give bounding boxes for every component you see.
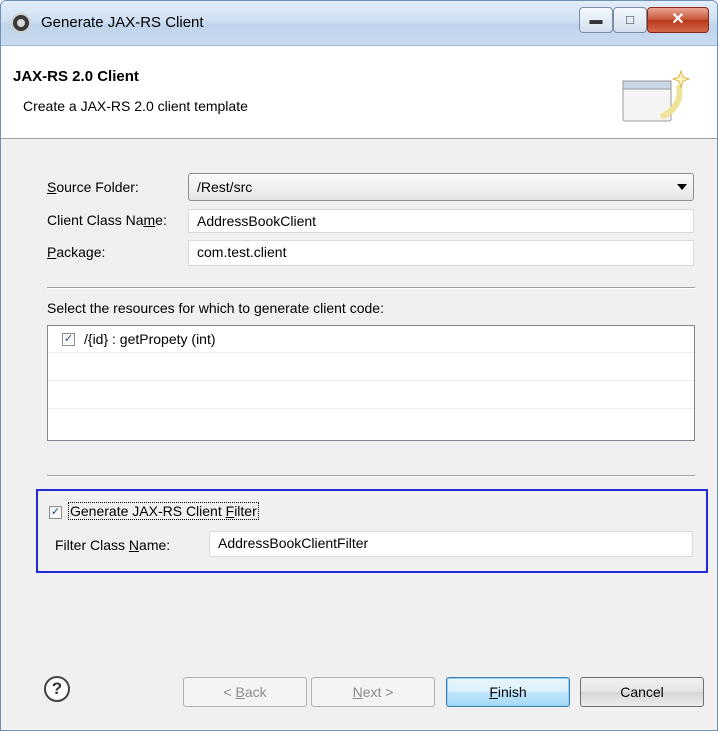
package-input[interactable]: com.test.client [188,240,694,266]
maximize-button[interactable]: □ [613,7,647,33]
close-icon: ✕ [671,11,685,28]
wizard-header: JAX-RS 2.0 Client Create a JAX-RS 2.0 cl… [1,46,717,139]
next-button[interactable]: Next > [311,677,435,707]
wizard-banner-icon [622,69,691,122]
source-folder-label: Source Folder: [47,179,139,195]
filter-highlight-box: ✓ Generate JAX-RS Client Filter Filter C… [36,489,708,573]
finish-button[interactable]: Finish [446,677,570,707]
filter-class-name-input[interactable]: AddressBookClientFilter [209,531,693,557]
resources-label: Select the resources for which to genera… [47,300,384,316]
dialog-window: Generate JAX-RS Client ▬ □ ✕ JAX-RS 2.0 … [0,0,718,731]
package-label: Package: [47,244,106,260]
minimize-icon: ▬ [589,12,603,27]
source-folder-value: /Rest/src [197,179,253,195]
eclipse-app-icon [11,13,31,33]
source-folder-combo[interactable]: /Rest/src [188,173,694,201]
table-row [48,354,694,381]
minimize-button[interactable]: ▬ [579,7,613,33]
table-row[interactable]: ✓ /{id} : getPropety (int) [48,326,694,353]
back-button[interactable]: < Back [183,677,307,707]
resources-table[interactable]: ✓ /{id} : getPropety (int) [47,325,695,441]
help-button[interactable]: ? [44,676,70,702]
separator [47,475,695,477]
filter-class-name-label: Filter Class Name: [55,537,171,553]
resource-checkbox[interactable]: ✓ [62,333,75,346]
table-row [48,410,694,436]
generate-filter-label[interactable]: Generate JAX-RS Client Filter [68,502,259,520]
separator [47,287,695,289]
page-title: JAX-RS 2.0 Client [13,68,139,85]
title-bar[interactable]: Generate JAX-RS Client ▬ □ ✕ [1,1,717,46]
table-row [48,382,694,409]
chevron-down-icon [677,184,687,190]
client-class-name-input[interactable]: AddressBookClient [188,209,694,233]
cancel-button[interactable]: Cancel [580,677,704,707]
client-class-name-label: Client Class Name: [47,212,167,228]
generate-filter-checkbox[interactable]: ✓ [49,506,62,519]
resource-label: /{id} : getPropety (int) [84,331,216,347]
window-title: Generate JAX-RS Client [41,14,204,31]
help-icon: ? [51,679,63,698]
maximize-icon: □ [626,12,634,27]
page-description: Create a JAX-RS 2.0 client template [23,98,248,114]
close-button[interactable]: ✕ [647,7,709,33]
